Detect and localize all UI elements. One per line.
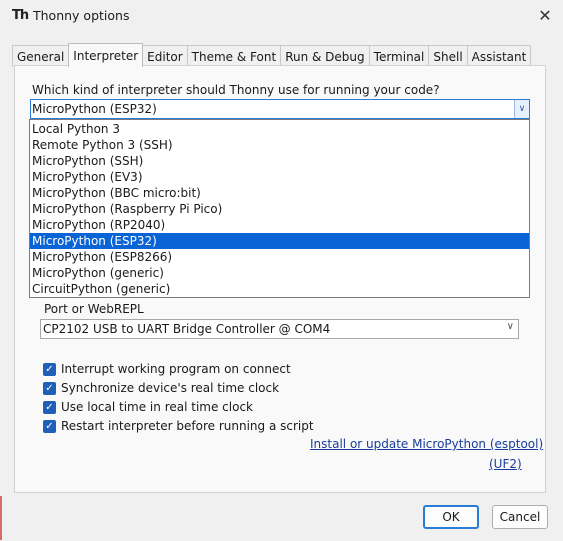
interpreter-option[interactable]: MicroPython (generic) bbox=[30, 265, 529, 281]
tab-terminal[interactable]: Terminal bbox=[368, 45, 430, 67]
interpreter-option-selected[interactable]: MicroPython (ESP32) bbox=[30, 233, 529, 249]
tab-theme-font[interactable]: Theme & Font bbox=[186, 45, 282, 67]
close-button[interactable]: ✕ bbox=[528, 0, 562, 30]
interpreter-prompt: Which kind of interpreter should Thonny … bbox=[32, 83, 440, 97]
interpreter-option[interactable]: MicroPython (BBC micro:bit) bbox=[30, 185, 529, 201]
interpreter-option[interactable]: CircuitPython (generic) bbox=[30, 281, 529, 297]
checkbox-local-time[interactable]: ✓ Use local time in real time clock bbox=[43, 399, 253, 415]
interpreter-select-value: MicroPython (ESP32) bbox=[32, 102, 157, 116]
checkmark-icon[interactable]: ✓ bbox=[43, 381, 56, 395]
checkbox-label: Use local time in real time clock bbox=[61, 400, 253, 414]
interpreter-option[interactable]: Local Python 3 bbox=[30, 121, 529, 137]
interpreter-option[interactable]: Remote Python 3 (SSH) bbox=[30, 137, 529, 153]
install-micropython-link[interactable]: Install or update MicroPython (esptool) bbox=[310, 437, 543, 451]
background-window-edge bbox=[0, 496, 2, 540]
tab-assistant[interactable]: Assistant bbox=[466, 45, 532, 67]
interpreter-option[interactable]: MicroPython (SSH) bbox=[30, 153, 529, 169]
checkmark-icon[interactable]: ✓ bbox=[43, 419, 56, 433]
port-label: Port or WebREPL bbox=[44, 302, 144, 316]
thonny-icon: Th bbox=[12, 8, 29, 23]
port-select[interactable]: CP2102 USB to UART Bridge Controller @ C… bbox=[40, 319, 519, 339]
ok-button[interactable]: OK bbox=[423, 505, 479, 529]
tab-bar: General Interpreter Editor Theme & Font … bbox=[12, 43, 532, 67]
tab-general[interactable]: General bbox=[12, 45, 70, 67]
tab-interpreter[interactable]: Interpreter bbox=[68, 43, 144, 67]
checkbox-restart[interactable]: ✓ Restart interpreter before running a s… bbox=[43, 418, 314, 434]
interpreter-option[interactable]: MicroPython (EV3) bbox=[30, 169, 529, 185]
interpreter-select[interactable]: MicroPython (ESP32) ∨ bbox=[30, 99, 530, 119]
checkmark-icon[interactable]: ✓ bbox=[43, 400, 56, 414]
checkbox-interrupt[interactable]: ✓ Interrupt working program on connect bbox=[43, 361, 291, 377]
window-title: Thonny options bbox=[33, 8, 130, 23]
tab-editor[interactable]: Editor bbox=[142, 45, 188, 67]
checkbox-sync-clock[interactable]: ✓ Synchronize device's real time clock bbox=[43, 380, 279, 396]
port-select-value: CP2102 USB to UART Bridge Controller @ C… bbox=[43, 322, 331, 336]
chevron-down-icon: ∨ bbox=[506, 321, 514, 332]
interpreter-option[interactable]: MicroPython (Raspberry Pi Pico) bbox=[30, 201, 529, 217]
close-icon: ✕ bbox=[538, 5, 552, 25]
tab-run-debug[interactable]: Run & Debug bbox=[280, 45, 370, 67]
checkbox-label: Synchronize device's real time clock bbox=[61, 381, 280, 395]
interpreter-option[interactable]: MicroPython (RP2040) bbox=[30, 217, 529, 233]
interpreter-dropdown-list: Local Python 3 Remote Python 3 (SSH) Mic… bbox=[29, 119, 530, 298]
checkbox-label: Interrupt working program on connect bbox=[61, 362, 291, 376]
checkbox-label: Restart interpreter before running a scr… bbox=[61, 419, 314, 433]
tab-shell[interactable]: Shell bbox=[428, 45, 468, 67]
cancel-button[interactable]: Cancel bbox=[492, 505, 548, 529]
uf2-link[interactable]: (UF2) bbox=[489, 457, 522, 471]
interpreter-option[interactable]: MicroPython (ESP8266) bbox=[30, 249, 529, 265]
checkmark-icon[interactable]: ✓ bbox=[43, 362, 56, 376]
chevron-down-icon[interactable]: ∨ bbox=[514, 100, 529, 118]
